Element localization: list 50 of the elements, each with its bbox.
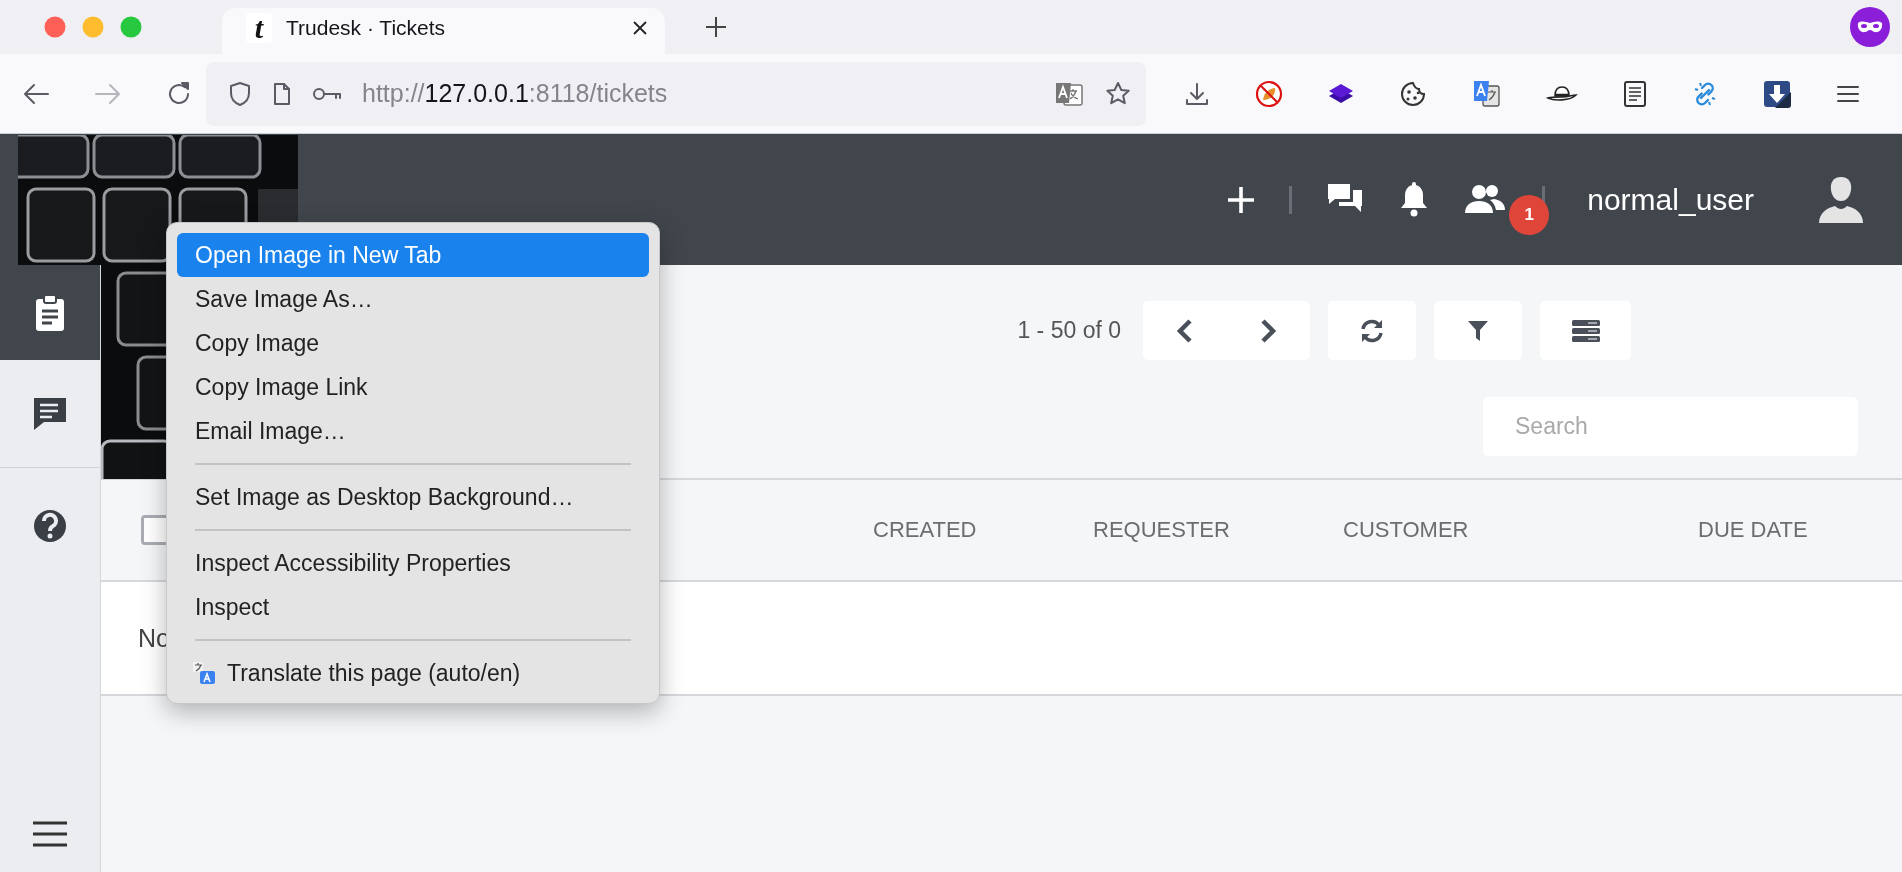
menu-item[interactable]: Open Image in New Tab bbox=[177, 233, 649, 277]
menu-item[interactable]: Inspect Accessibility Properties bbox=[177, 541, 649, 585]
mask-icon[interactable] bbox=[1850, 7, 1890, 47]
filter-icon bbox=[1467, 318, 1489, 343]
browser-tab[interactable]: t Trudesk · Tickets bbox=[222, 8, 665, 54]
cookie-icon[interactable] bbox=[1399, 79, 1428, 108]
translate-icon[interactable] bbox=[1471, 78, 1502, 109]
menu-item[interactable]: Copy Image Link bbox=[177, 365, 649, 409]
menu-item[interactable]: Set Image as Desktop Background… bbox=[177, 475, 649, 519]
search-field[interactable]: Search bbox=[1483, 397, 1858, 456]
notification-badge: 1 bbox=[1509, 194, 1550, 235]
refresh-icon bbox=[1359, 317, 1385, 344]
close-icon[interactable] bbox=[631, 19, 649, 37]
pagination-text: 1 - 50 of 0 bbox=[1017, 317, 1121, 344]
next-icon[interactable] bbox=[1258, 317, 1279, 344]
column-header[interactable]: DUE DATE bbox=[1698, 517, 1808, 542]
favicon: t bbox=[246, 13, 272, 43]
new-tab-icon[interactable] bbox=[705, 16, 727, 38]
column-header[interactable]: REQUESTER bbox=[1093, 517, 1230, 542]
menu-item[interactable]: Inspect bbox=[177, 585, 649, 629]
blocked-icon[interactable] bbox=[1254, 79, 1283, 108]
filter-button[interactable] bbox=[1434, 301, 1522, 360]
shield-icon[interactable] bbox=[228, 80, 252, 107]
avatar-icon[interactable] bbox=[1818, 174, 1864, 225]
username[interactable]: normal_user bbox=[1587, 182, 1754, 217]
menu-item[interactable]: Translate this page (auto/en) bbox=[177, 651, 649, 695]
document-icon[interactable] bbox=[1622, 79, 1647, 108]
translate-icon bbox=[191, 660, 217, 686]
back-icon[interactable] bbox=[22, 81, 50, 106]
reload-icon[interactable] bbox=[166, 80, 192, 107]
page-icon[interactable] bbox=[272, 81, 292, 106]
column-header[interactable]: CREATED bbox=[873, 517, 977, 542]
close-window-icon[interactable] bbox=[44, 16, 66, 38]
sidebar-item[interactable] bbox=[0, 265, 100, 360]
menu-icon[interactable] bbox=[1835, 83, 1860, 104]
column-header[interactable]: CUSTOMER bbox=[1343, 517, 1469, 542]
menu-icon[interactable] bbox=[31, 820, 69, 848]
address-bar[interactable]: http://127.0.0.1:8118/tickets bbox=[206, 61, 1146, 126]
menu-item[interactable]: Email Image… bbox=[177, 409, 649, 453]
previous-icon[interactable] bbox=[1174, 317, 1195, 344]
menu-item[interactable]: Save Image As… bbox=[177, 277, 649, 321]
columns-button[interactable] bbox=[1540, 301, 1631, 360]
url-text: http://127.0.0.1:8118/tickets bbox=[362, 79, 668, 108]
tab-title: Trudesk · Tickets bbox=[286, 16, 447, 40]
rows-icon bbox=[1570, 318, 1601, 343]
menu-item[interactable]: Copy Image bbox=[177, 321, 649, 365]
download-icon[interactable] bbox=[1184, 80, 1211, 107]
refresh-button[interactable] bbox=[1328, 301, 1416, 360]
key-icon[interactable] bbox=[312, 85, 342, 102]
plus-icon[interactable] bbox=[1227, 185, 1256, 214]
